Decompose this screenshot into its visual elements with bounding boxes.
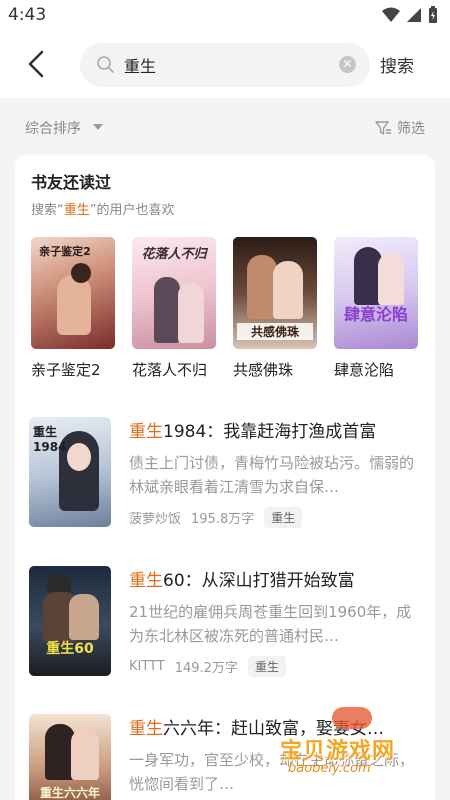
book-cover[interactable]: 重生六六年: [29, 714, 111, 800]
status-icons: [382, 6, 438, 24]
book-cover[interactable]: 花落人不归: [132, 237, 216, 349]
recommend-subtitle: 搜索“重生”的用户也喜欢: [31, 203, 175, 218]
recommend-book-title: 花落人不归: [132, 361, 208, 379]
filter-icon: [375, 121, 391, 135]
chevron-left-icon: [28, 50, 44, 78]
filter-label: 筛选: [397, 121, 425, 137]
recommend-title: 书友还读过: [31, 173, 112, 192]
recommend-book[interactable]: 亲子鉴定2 亲子鉴定2: [31, 237, 115, 380]
recommend-book[interactable]: 花落人不归 花落人不归: [132, 237, 216, 380]
book-result[interactable]: 重生1984 重生1984：我靠赶海打渔成首富 债主上门讨债，青梅竹马险被玷污。…: [29, 417, 425, 529]
search-button[interactable]: 搜索: [380, 52, 414, 77]
book-cover[interactable]: 共感佛珠: [233, 237, 317, 349]
book-cover[interactable]: 重生1984: [29, 417, 111, 527]
filter-button[interactable]: 筛选: [375, 118, 425, 138]
book-cover[interactable]: 亲子鉴定2: [31, 237, 115, 349]
recommend-book-title: 共感佛珠: [233, 361, 294, 379]
search-value[interactable]: 重生: [124, 53, 156, 77]
caret-down-icon[interactable]: [93, 124, 103, 130]
book-tag: 重生: [264, 507, 303, 528]
book-meta: KITTT 149.2万字 重生: [129, 656, 286, 677]
book-meta: 菠萝炒饭 195.8万字 重生: [129, 507, 303, 528]
search-input[interactable]: 重生 ✕: [80, 43, 370, 87]
back-button[interactable]: [24, 46, 56, 82]
book-description: 21世纪的雇佣兵周苍重生回到1960年，成为东北林区被冻死的普通村民…: [129, 603, 412, 645]
book-result[interactable]: 重生60 重生60：从深山打猎开始致富 21世纪的雇佣兵周苍重生回到1960年，…: [29, 566, 425, 678]
recommend-book-title: 肆意沦陷: [334, 361, 395, 379]
watermark-url: baobeiy.com: [288, 761, 371, 776]
wifi-icon: [382, 7, 400, 22]
recommend-list: 亲子鉴定2 亲子鉴定2 花落人不归 花落人不归 共感佛珠 共感佛珠 肆意沦陷 肆…: [31, 237, 418, 380]
book-description: 债主上门讨债，青梅竹马险被玷污。懦弱的林斌亲眼看着江清雪为求自保…: [129, 454, 415, 496]
book-author: 菠萝炒饭: [129, 512, 182, 527]
book-word-count: 195.8万字: [191, 512, 255, 527]
recommend-book-title: 亲子鉴定2: [31, 361, 101, 379]
book-cover[interactable]: 肆意沦陷: [334, 237, 418, 349]
clear-icon[interactable]: ✕: [339, 56, 356, 73]
status-time: 4:43: [8, 5, 47, 25]
book-word-count: 149.2万字: [174, 661, 238, 676]
sort-dropdown[interactable]: 综合排序: [25, 118, 81, 138]
book-title[interactable]: 重生1984：我靠赶海打渔成首富: [129, 417, 425, 442]
book-tag: 重生: [247, 656, 286, 677]
search-header: 重生 ✕ 搜索: [0, 32, 450, 98]
recommend-book[interactable]: 肆意沦陷 肆意沦陷: [334, 237, 418, 380]
battery-icon: [429, 6, 437, 23]
book-title[interactable]: 重生60：从深山打猎开始致富: [129, 566, 425, 591]
signal-icon: [407, 8, 421, 22]
search-icon: [97, 56, 114, 73]
book-author: KITTT: [129, 659, 165, 674]
recommend-book[interactable]: 共感佛珠 共感佛珠: [233, 237, 317, 380]
book-cover[interactable]: 重生60: [29, 566, 111, 676]
gamepad-icon: [332, 707, 372, 729]
sort-bar: 综合排序 筛选: [0, 108, 450, 146]
watermark-logo: 宝贝游戏网 baobeiy.com: [280, 705, 430, 795]
results-card: 书友还读过 搜索“重生”的用户也喜欢 亲子鉴定2 亲子鉴定2 花落人不归 花落人…: [15, 155, 435, 800]
status-bar: 4:43: [0, 0, 450, 32]
